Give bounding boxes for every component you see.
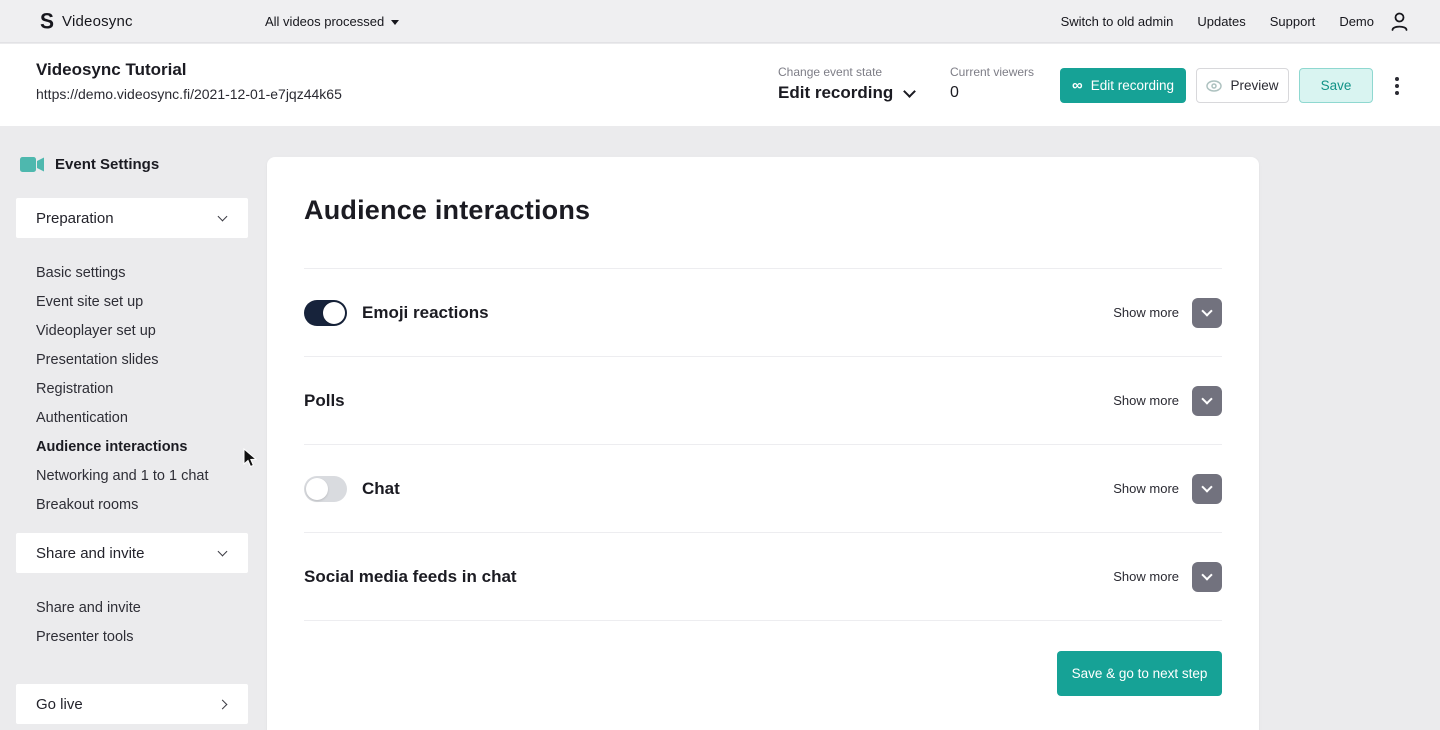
sidebar-title: Event Settings [16,156,248,173]
chevron-down-icon [218,547,228,557]
sidebar-item-share-and-invite[interactable]: Share and invite [36,593,248,622]
sidebar-item-registration[interactable]: Registration [36,374,248,403]
sidebar-item-authentication[interactable]: Authentication [36,403,248,432]
feature-label: Social media feeds in chat [304,567,517,587]
current-viewers-block: Current viewers 0 [950,65,1034,102]
feature-row-emoji-reactions: Emoji reactions Show more [304,269,1222,357]
sidebar-item-videoplayer-set-up[interactable]: Videoplayer set up [36,316,248,345]
expand-button[interactable] [1192,562,1222,592]
preview-button-label: Preview [1230,78,1278,93]
card-footer: Save & go to next step [304,621,1222,696]
sidebar-item-basic-settings[interactable]: Basic settings [36,258,248,287]
sidebar-section-go-live[interactable]: Go live [16,684,248,724]
videosync-logo-icon: S [40,9,54,34]
event-state-label: Change event state [778,65,914,79]
section-label: Preparation [36,210,114,227]
event-title-block: Videosync Tutorial https://demo.videosyn… [36,60,342,102]
brand[interactable]: S Videosync [40,0,133,43]
topbar-links: Switch to old admin Updates Support Demo [1061,0,1374,43]
sidebar-item-event-site-set-up[interactable]: Event site set up [36,287,248,316]
topbar: S Videosync All videos processed Switch … [0,0,1440,43]
sidebar-item-networking-chat[interactable]: Networking and 1 to 1 chat [36,461,248,490]
video-camera-icon [20,156,45,173]
event-state-block: Change event state Edit recording [778,65,914,103]
videos-processed-label: All videos processed [265,14,384,29]
event-state-value: Edit recording [778,83,893,103]
chevron-down-icon [903,85,916,98]
link-demo[interactable]: Demo [1339,14,1374,29]
current-viewers-value: 0 [950,84,1034,102]
save-next-step-button[interactable]: Save & go to next step [1057,651,1222,696]
more-options-button[interactable] [1391,73,1403,99]
sidebar-section-preparation[interactable]: Preparation [16,198,248,238]
expand-button[interactable] [1192,474,1222,504]
sidebar-item-presentation-slides[interactable]: Presentation slides [36,345,248,374]
chevron-down-icon [1201,481,1212,492]
share-invite-items: Share and invite Presenter tools [16,573,248,665]
sidebar: Event Settings Preparation Basic setting… [16,156,248,730]
link-updates[interactable]: Updates [1197,14,1245,29]
event-title: Videosync Tutorial [36,60,342,80]
show-more-link[interactable]: Show more [1113,305,1179,320]
show-more-link[interactable]: Show more [1113,393,1179,408]
sidebar-item-audience-interactions[interactable]: Audience interactions [36,432,248,461]
edit-recording-button-label: Edit recording [1091,78,1174,93]
audience-interactions-panel: Audience interactions Emoji reactions Sh… [267,157,1259,730]
save-button-label: Save [1321,78,1352,93]
chat-toggle[interactable] [304,476,347,502]
sidebar-item-breakout-rooms[interactable]: Breakout rooms [36,490,248,519]
brand-name: Videosync [62,13,133,30]
eye-icon [1206,80,1222,92]
feature-label: Chat [362,479,400,499]
record-icon: ∞ [1072,78,1083,93]
profile-icon[interactable] [1389,11,1410,32]
expand-button[interactable] [1192,386,1222,416]
feature-label: Emoji reactions [362,303,489,323]
feature-label: Polls [304,391,345,411]
section-label: Share and invite [36,545,144,562]
chevron-down-icon [218,212,228,222]
chevron-down-icon [1201,569,1212,580]
feature-row-chat: Chat Show more [304,445,1222,533]
page-title: Audience interactions [304,157,1222,226]
link-switch-old-admin[interactable]: Switch to old admin [1061,14,1174,29]
current-viewers-label: Current viewers [950,65,1034,79]
sidebar-section-share-and-invite[interactable]: Share and invite [16,533,248,573]
chevron-down-icon [1201,393,1212,404]
videos-processed-dropdown[interactable]: All videos processed [265,0,399,43]
chevron-right-icon [218,699,228,709]
event-header: Videosync Tutorial https://demo.videosyn… [0,44,1440,126]
show-more-link[interactable]: Show more [1113,569,1179,584]
feature-row-polls: Polls Show more [304,357,1222,445]
expand-button[interactable] [1192,298,1222,328]
emoji-reactions-toggle[interactable] [304,300,347,326]
preview-button[interactable]: Preview [1196,68,1289,103]
link-support[interactable]: Support [1270,14,1316,29]
sidebar-title-label: Event Settings [55,156,159,173]
show-more-link[interactable]: Show more [1113,481,1179,496]
sidebar-item-presenter-tools[interactable]: Presenter tools [36,622,248,651]
event-state-dropdown[interactable]: Edit recording [778,83,914,103]
preparation-items: Basic settings Event site set up Videopl… [16,238,248,533]
edit-recording-button[interactable]: ∞ Edit recording [1060,68,1186,103]
chevron-down-icon [1201,305,1212,316]
save-button[interactable]: Save [1299,68,1373,103]
section-label: Go live [36,696,83,713]
caret-down-icon [391,20,399,25]
event-url[interactable]: https://demo.videosync.fi/2021-12-01-e7j… [36,86,342,102]
feature-row-social-media-feeds: Social media feeds in chat Show more [304,533,1222,621]
